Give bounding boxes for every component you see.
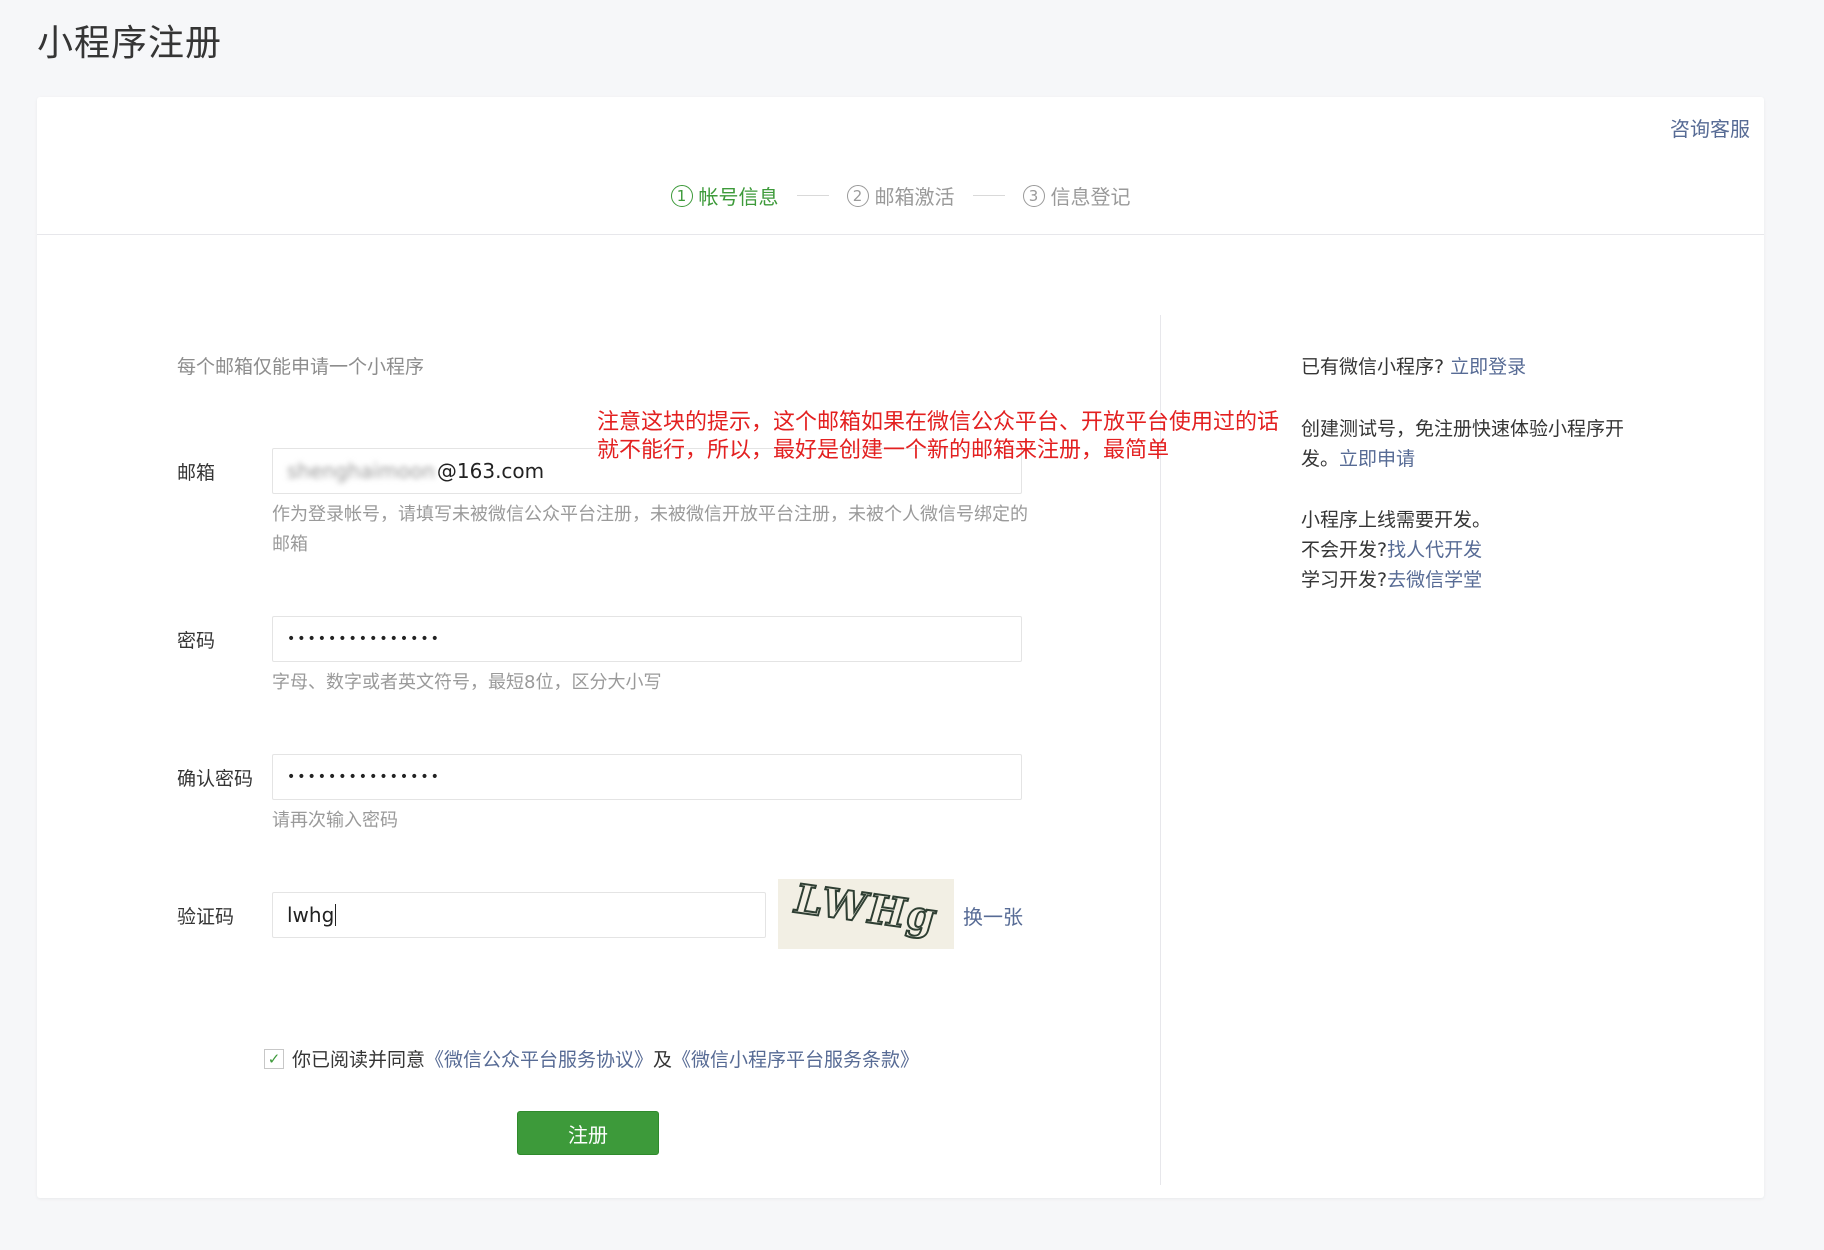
- agreement-prefix: 你已阅读并同意: [292, 1049, 426, 1071]
- captcha-field[interactable]: lwhg: [272, 892, 766, 938]
- dev-row-1: 不会开发?找人代开发: [1301, 535, 1491, 565]
- dev-prompt-1: 不会开发?: [1301, 539, 1388, 561]
- confirm-password-value: •••••••••••••••: [287, 769, 441, 785]
- captcha-refresh-link[interactable]: 换一张: [963, 901, 1023, 930]
- support-link[interactable]: 咨询客服: [1670, 113, 1750, 142]
- confirm-password-field[interactable]: •••••••••••••••: [272, 754, 1022, 800]
- text-caret: [335, 904, 337, 926]
- annotation-line-2: 就不能行，所以，最好是创建一个新的邮箱来注册，最简单: [597, 438, 1170, 463]
- step-info-registration: 3 信息登记: [1022, 181, 1131, 210]
- confirm-password-label: 确认密码: [177, 768, 254, 790]
- step-number-icon: 1: [670, 184, 693, 207]
- email-hint: 作为登录帐号，请填写未被微信公众平台注册，未被微信开放平台注册，未被个人微信号绑…: [272, 504, 1028, 555]
- annotation-note: 注意这块的提示，这个邮箱如果在微信公众平台、开放平台使用过的话 就不能行，所以，…: [597, 409, 1279, 465]
- login-prompt-row: 已有微信小程序? 立即登录: [1301, 352, 1526, 382]
- wechat-academy-link[interactable]: 去微信学堂: [1387, 569, 1482, 591]
- email-value-blurred: shenghaimoon: [287, 459, 435, 483]
- registration-card: 咨询客服 1 帐号信息 2 邮箱激活 3 信息登记 每个邮箱仅能申请一个小程序 …: [37, 97, 1764, 1198]
- annotation-line-1: 注意这块的提示，这个邮箱如果在微信公众平台、开放平台使用过的话: [597, 410, 1280, 435]
- step-number-icon: 2: [846, 184, 869, 207]
- agreement-conj: 及: [653, 1049, 673, 1071]
- agreement-checkbox[interactable]: ✓: [264, 1048, 284, 1069]
- miniprogram-terms-link[interactable]: 《微信小程序平台服务条款》: [672, 1045, 919, 1072]
- password-value: •••••••••••••••: [287, 631, 441, 647]
- password-field[interactable]: •••••••••••••••: [272, 616, 1022, 662]
- dev-line: 小程序上线需要开发。: [1301, 509, 1492, 531]
- confirm-password-hint: 请再次输入密码: [272, 810, 398, 831]
- service-agreement-link[interactable]: 《微信公众平台服务协议》: [425, 1045, 653, 1072]
- page-title: 小程序注册: [37, 23, 223, 64]
- step-number-icon: 3: [1022, 184, 1045, 207]
- login-prompt: 已有微信小程序?: [1301, 356, 1445, 378]
- email-label: 邮箱: [177, 462, 216, 484]
- email-value-domain: @163.com: [436, 459, 545, 483]
- login-link[interactable]: 立即登录: [1450, 356, 1526, 378]
- form-tip: 每个邮箱仅能申请一个小程序: [177, 356, 425, 378]
- step-label: 邮箱激活: [874, 185, 955, 209]
- captcha-label: 验证码: [177, 906, 235, 928]
- step-indicator: 1 帐号信息 2 邮箱激活 3 信息登记: [37, 181, 1764, 210]
- step-email-activation: 2 邮箱激活: [846, 181, 955, 210]
- apply-test-link[interactable]: 立即申请: [1339, 448, 1415, 470]
- step-label: 帐号信息: [698, 185, 779, 209]
- captcha-image[interactable]: LWHg: [778, 879, 954, 949]
- test-account-row: 创建测试号，免注册快速体验小程序开发。立即申请: [1301, 414, 1641, 474]
- dev-prompt-2: 学习开发?: [1301, 569, 1388, 591]
- dev-info-block: 小程序上线需要开发。 不会开发?找人代开发 学习开发?去微信学堂: [1301, 505, 1491, 595]
- password-label: 密码: [177, 630, 216, 652]
- dev-row-2: 学习开发?去微信学堂: [1301, 565, 1491, 595]
- captcha-value: lwhg: [287, 903, 335, 927]
- agreement-row: ✓ 你已阅读并同意 《微信公众平台服务协议》 及 《微信小程序平台服务条款》: [264, 1045, 919, 1072]
- password-hint: 字母、数字或者英文符号，最短8位，区分大小写: [272, 672, 662, 693]
- find-developer-link[interactable]: 找人代开发: [1387, 539, 1482, 561]
- step-connector: [972, 195, 1005, 196]
- checkmark-icon: ✓: [267, 1049, 281, 1068]
- step-connector: [796, 195, 829, 196]
- captcha-image-text: LWHg: [787, 879, 945, 942]
- step-account-info: 1 帐号信息: [670, 181, 779, 210]
- step-label: 信息登记: [1050, 185, 1131, 209]
- steps-divider: [37, 234, 1764, 235]
- register-button[interactable]: 注册: [517, 1111, 659, 1155]
